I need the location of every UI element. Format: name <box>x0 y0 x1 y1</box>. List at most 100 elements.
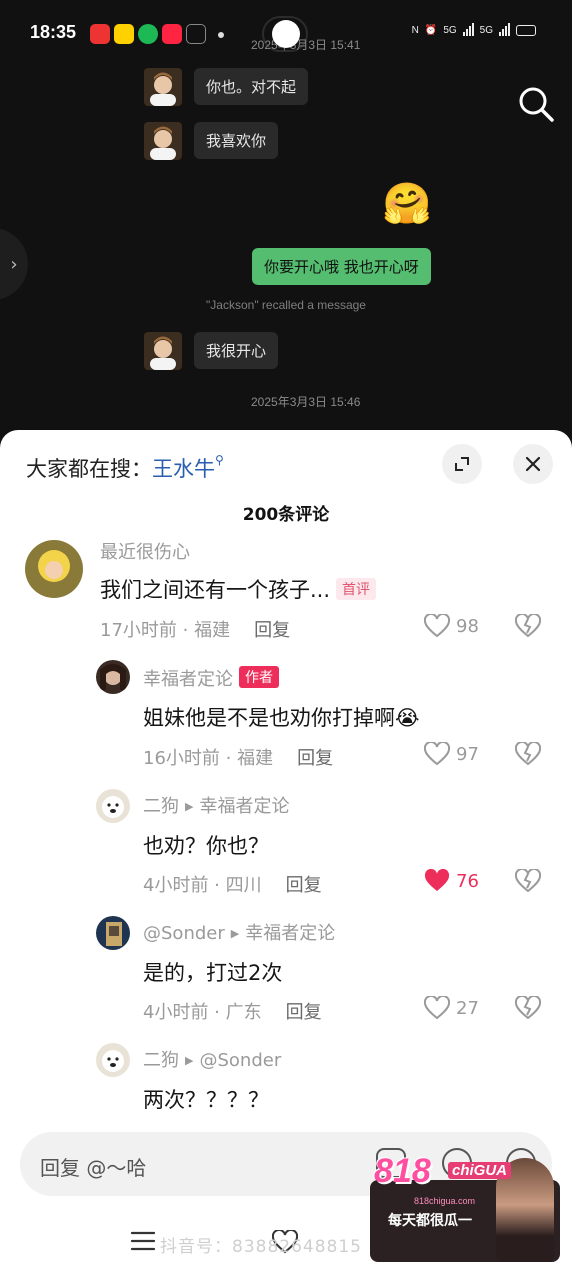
comment-meta: 4小时前 · 四川 回复 <box>143 871 322 897</box>
chat-background: 2025年3月3日 15:41 你也。对不起 我喜欢你 🤗 你要开心哦 我也开心… <box>0 0 572 450</box>
status-time: 18:35 <box>30 22 77 42</box>
commenter-name[interactable]: 二狗 <box>143 1050 179 1071</box>
signal-icon <box>499 22 510 36</box>
meituan-label-icon <box>114 24 134 44</box>
reply-input-placeholder: 回复 @～哈 <box>40 1156 147 1180</box>
chat-message[interactable]: 你也。对不起 <box>194 68 309 105</box>
promo-badge: 818 chiGUA 818chigua.com 每天都很瓜一 <box>370 1152 560 1270</box>
commenter-name-row: @Sonder ▶ 幸福者定论 <box>143 919 335 945</box>
reply-to-name[interactable]: @Sonder <box>199 1050 281 1071</box>
comment-time-location: 17小时前 · 福建 <box>100 620 231 641</box>
status-bar: 18:35 N ⏰ 5G 5G <box>0 0 572 62</box>
comment-meta: 16小时前 · 福建 回复 <box>143 744 333 770</box>
comment-text[interactable]: 我们之间还有一个孩子... 首评 <box>100 574 377 604</box>
side-panel-handle[interactable]: › <box>0 228 28 300</box>
first-comment-badge: 首评 <box>336 578 377 600</box>
commenter-name[interactable]: 二狗 <box>143 796 179 817</box>
commenter-name[interactable]: 幸福者定论 <box>143 669 233 690</box>
search-small-icon: ⚲ <box>215 453 224 467</box>
status-indicators: N ⏰ 5G 5G <box>412 22 536 36</box>
comment-meta: 4小时前 · 广东 回复 <box>143 998 322 1024</box>
commenter-name-row: 二狗 ▶ @Sonder <box>143 1046 281 1072</box>
hotspot-icon <box>272 20 300 48</box>
dislike-broken-heart-icon[interactable] <box>515 869 541 893</box>
xiaohongshu-icon <box>162 24 182 44</box>
search-icon[interactable] <box>516 84 556 124</box>
like-button-active[interactable]: 76 <box>424 869 479 893</box>
hot-search-keyword[interactable]: 王水牛 <box>152 457 215 481</box>
chevron-right-icon: › <box>10 253 18 275</box>
comments-sheet: 大家都在搜：王水牛⚲ 200条评论 最近很伤心 我们之间还有一个孩子... 首评 … <box>0 430 572 1280</box>
commenter-avatar[interactable] <box>96 916 130 950</box>
commenter-name[interactable]: 最近很伤心 <box>100 538 190 564</box>
promo-logo: 818 <box>374 1152 431 1190</box>
comment-time-location: 4小时前 · 四川 <box>143 875 262 896</box>
chat-avatar[interactable] <box>144 122 182 160</box>
like-button[interactable]: 97 <box>424 742 479 766</box>
comment-time-location: 16小时前 · 福建 <box>143 748 274 769</box>
reply-button[interactable]: 回复 <box>254 620 290 641</box>
expand-icon <box>455 457 469 471</box>
notification-dot <box>218 32 224 38</box>
commenter-name[interactable]: @Sonder <box>143 923 225 944</box>
recall-notice: "Jackson" recalled a message <box>206 298 366 312</box>
commenter-name-row: 幸福者定论 作者 <box>143 665 279 691</box>
chat-avatar[interactable] <box>144 332 182 370</box>
reply-arrow-icon: ▶ <box>185 1054 194 1067</box>
chat-message[interactable]: 我很开心 <box>194 332 279 369</box>
chat-message[interactable]: 我喜欢你 <box>194 122 279 159</box>
heart-outline-icon <box>424 614 450 638</box>
chat-timestamp: 2025年3月3日 15:46 <box>251 395 361 409</box>
dislike-broken-heart-icon[interactable] <box>515 996 541 1020</box>
comment-text[interactable]: 是的，打过2次 <box>143 957 282 987</box>
comment-meta: 17小时前 · 福建 回复 <box>100 616 290 642</box>
close-icon <box>525 456 541 472</box>
menu-icon[interactable] <box>130 1230 156 1252</box>
hot-search-label: 大家都在搜： <box>26 457 152 481</box>
reply-button[interactable]: 回复 <box>286 1002 322 1023</box>
alarm-icon: ⏰ <box>424 25 438 36</box>
nfc-icon: N <box>411 25 419 36</box>
like-count: 97 <box>456 743 479 765</box>
dislike-broken-heart-icon[interactable] <box>515 742 541 766</box>
battery-icon <box>516 25 536 36</box>
capcut-icon <box>186 24 206 44</box>
like-count: 76 <box>456 870 479 892</box>
watermark: 抖音号：83882648815 <box>160 1237 362 1257</box>
comment-body: 我们之间还有一个孩子... <box>100 578 331 602</box>
heart-outline-icon <box>424 742 450 766</box>
reply-to-name[interactable]: 幸福者定论 <box>245 923 335 944</box>
comment-time-location: 4小时前 · 广东 <box>143 1002 262 1023</box>
signal-icon <box>462 22 474 36</box>
author-badge: 作者 <box>239 666 279 688</box>
spotify-icon <box>138 24 158 44</box>
promo-slogan: 每天都很瓜一 <box>388 1213 472 1229</box>
commenter-avatar[interactable] <box>25 540 83 598</box>
heart-outline-icon <box>424 996 450 1020</box>
reply-button[interactable]: 回复 <box>297 748 333 769</box>
commenter-avatar[interactable] <box>96 1043 130 1077</box>
chat-message-sent[interactable]: 你要开心哦 我也开心呀 <box>252 248 431 285</box>
hot-search[interactable]: 大家都在搜：王水牛⚲ <box>26 453 224 483</box>
comment-text[interactable]: 姐妹他是不是也劝你打掉啊😭 <box>143 702 420 732</box>
dislike-broken-heart-icon[interactable] <box>515 614 541 638</box>
expand-button[interactable] <box>442 444 482 484</box>
network-label: 5G <box>479 25 493 36</box>
chat-avatar[interactable] <box>144 68 182 106</box>
comment-text[interactable]: 两次？？？？ <box>143 1084 269 1114</box>
commenter-avatar[interactable] <box>96 660 130 694</box>
comment-count-title: 200条评论 <box>242 505 330 525</box>
hug-sticker[interactable]: 🤗 <box>382 180 432 228</box>
like-button[interactable]: 98 <box>424 614 479 638</box>
heart-filled-icon <box>424 869 450 891</box>
comment-text[interactable]: 也劝？你也？ <box>143 830 269 860</box>
like-count: 27 <box>456 997 479 1019</box>
commenter-avatar[interactable] <box>96 789 130 823</box>
like-button[interactable]: 27 <box>424 996 479 1020</box>
commenter-name-row: 二狗 ▶ 幸福者定论 <box>143 792 289 818</box>
reply-to-name[interactable]: 幸福者定论 <box>199 796 289 817</box>
reply-arrow-icon: ▶ <box>185 800 194 813</box>
reply-button[interactable]: 回复 <box>286 875 322 896</box>
promo-logo-suffix: chiGUA <box>448 1162 512 1179</box>
close-button[interactable] <box>513 444 553 484</box>
